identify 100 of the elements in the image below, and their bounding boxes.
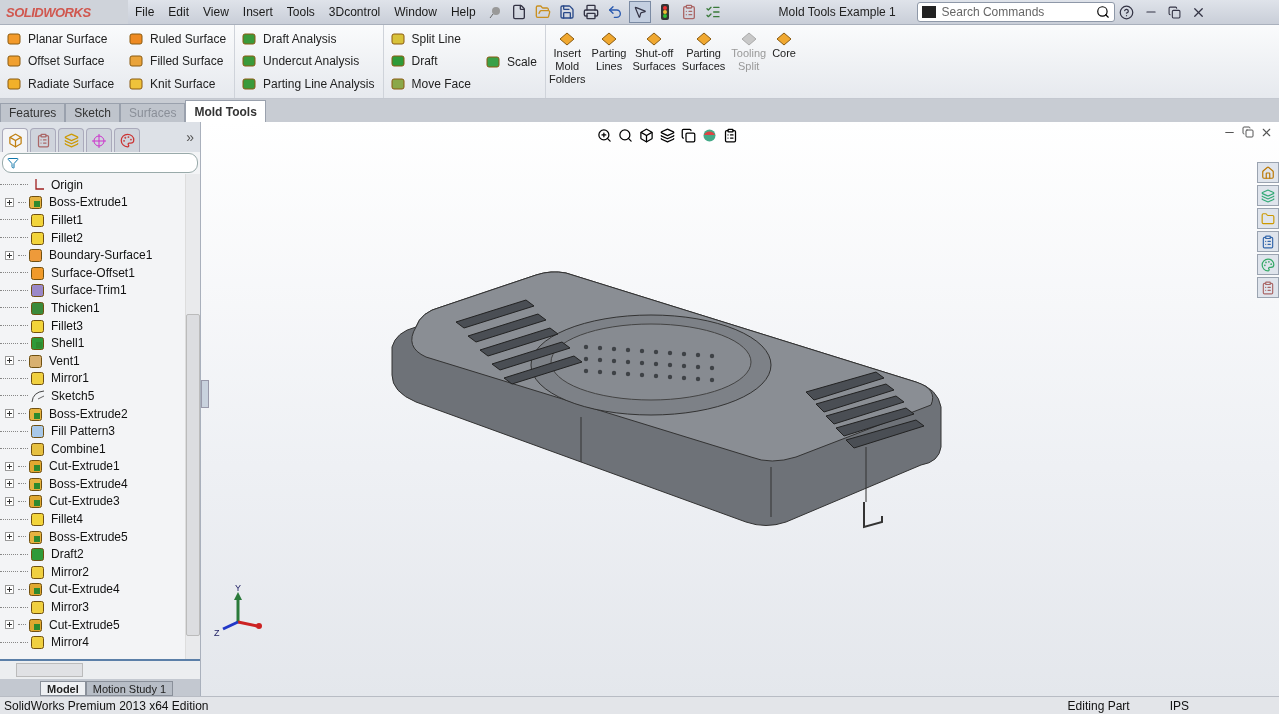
expand-icon[interactable] — [5, 461, 14, 471]
properties-icon[interactable] — [1257, 277, 1279, 298]
tree-item[interactable]: Mirror3 — [0, 598, 185, 616]
tree-item[interactable]: Mirror2 — [0, 563, 185, 581]
expand-icon[interactable] — [5, 197, 14, 207]
ribbon-button[interactable]: Draft Analysis — [241, 31, 375, 48]
tree-item[interactable]: Mirror4 — [0, 633, 185, 652]
search-icon[interactable] — [1095, 5, 1110, 19]
tab[interactable]: Features — [0, 103, 66, 122]
feature-icon — [28, 475, 44, 492]
graphics-viewport[interactable]: Y Z — [201, 122, 1279, 696]
tree-item[interactable]: Boss-Extrude1 — [0, 193, 185, 212]
tree-item[interactable]: Mirror1 — [0, 369, 185, 388]
tree-item[interactable]: Sketch5 — [0, 387, 185, 405]
units-selector[interactable]: IPS — [1159, 698, 1199, 713]
tree-item[interactable]: Cut-Extrude1 — [0, 457, 185, 476]
menu-item[interactable]: Tools — [279, 5, 322, 19]
scrollbar[interactable] — [0, 659, 200, 679]
view-orientation-icon[interactable] — [639, 128, 654, 143]
ribbon-button[interactable]: Radiate Surface — [6, 75, 115, 92]
feature-icon — [30, 546, 46, 563]
menu-item[interactable]: Help — [443, 5, 483, 19]
close-icon[interactable] — [1260, 126, 1273, 139]
expand-icon[interactable] — [5, 532, 14, 542]
expand-icon[interactable] — [5, 620, 14, 630]
sketch-icon — [30, 387, 46, 404]
tab[interactable]: Mold Tools — [185, 100, 266, 122]
ribbon-button[interactable]: Parting Lines — [588, 25, 630, 98]
ribbon-button[interactable]: Undercut Analysis — [241, 53, 375, 70]
sphere-icon[interactable] — [702, 128, 717, 143]
appearance-tab[interactable] — [114, 128, 140, 152]
tree-item[interactable]: Boss-Extrude5 — [0, 527, 185, 546]
tree-item[interactable]: Boundary-Surface1 — [0, 246, 185, 264]
home-icon[interactable] — [1257, 162, 1279, 183]
expand-icon[interactable] — [5, 356, 14, 366]
ribbon-button[interactable]: Knit Surface — [128, 75, 227, 92]
expand-icon[interactable] — [5, 479, 14, 489]
ribbon-button[interactable]: Draft — [389, 53, 471, 70]
feature-icon — [30, 563, 46, 580]
ribbon-button[interactable]: Ruled Surface — [128, 31, 227, 48]
ribbon-button[interactable]: Move Face — [389, 75, 471, 92]
ribbon-button[interactable]: Shut-off Surfaces — [629, 25, 679, 98]
tree-item[interactable]: Cut-Extrude5 — [0, 615, 185, 634]
expand-icon[interactable] — [5, 497, 14, 506]
tree-item[interactable]: Combine1 — [0, 439, 185, 458]
tree-item[interactable]: Boss-Extrude4 — [0, 475, 185, 493]
tab[interactable]: Motion Study 1 — [85, 681, 174, 696]
tab[interactable]: Sketch — [65, 103, 121, 122]
tree-item[interactable]: Shell1 — [0, 334, 185, 352]
zoom-icon[interactable] — [597, 128, 612, 143]
tree-item[interactable]: Fillet1 — [0, 211, 185, 229]
ribbon-button[interactable]: Split Line — [389, 31, 471, 48]
restore-icon[interactable] — [1242, 126, 1254, 138]
tab[interactable]: Model — [40, 681, 86, 696]
tree-item[interactable]: Draft2 — [0, 545, 185, 564]
ribbon-button[interactable]: Scale — [484, 53, 537, 70]
properties-tab[interactable] — [30, 128, 56, 152]
menu-item[interactable]: View — [196, 5, 236, 19]
tree-item[interactable]: Surface-Offset1 — [0, 263, 185, 282]
tree-item[interactable]: Cut-Extrude4 — [0, 580, 185, 599]
feature-tree-tab[interactable] — [2, 128, 28, 152]
expand-icon[interactable] — [5, 584, 14, 594]
tree-item[interactable]: Cut-Extrude3 — [0, 492, 185, 511]
tree-item[interactable]: Boss-Extrude2 — [0, 404, 185, 423]
menu-item[interactable]: 3Dcontrol — [321, 5, 388, 19]
tree-item[interactable]: Origin — [0, 176, 185, 194]
tree-item[interactable]: Thicken1 — [0, 299, 185, 317]
search-input[interactable]: Search Commands — [939, 4, 1092, 20]
more-tabs-button[interactable]: » — [186, 129, 194, 145]
ribbon-button[interactable]: Parting Surfaces — [678, 25, 729, 98]
axis-triad-drawing: Y Z — [214, 584, 262, 638]
ribbon-button[interactable]: Parting Line Analysis — [241, 75, 375, 92]
tree-item[interactable]: Vent1 — [0, 351, 185, 370]
tree-item[interactable]: Fillet2 — [0, 228, 185, 247]
feature-icon — [28, 581, 44, 598]
layers-icon — [63, 133, 79, 148]
menu-item[interactable]: Edit — [161, 5, 197, 19]
ribbon-button[interactable]: Planar Surface — [6, 31, 115, 48]
splitter-handle[interactable] — [201, 380, 209, 408]
feature-icon — [30, 370, 46, 387]
menu-item[interactable]: Window — [387, 5, 444, 19]
window-title: Mold Tools Example 1 — [778, 5, 897, 19]
tree-item[interactable]: Fillet3 — [0, 316, 185, 335]
zoom-area-icon[interactable] — [618, 128, 633, 143]
ribbon-button[interactable]: Filled Surface — [128, 53, 227, 70]
mold-tool-icon — [739, 31, 758, 47]
expand-icon[interactable] — [5, 409, 14, 418]
menu-item[interactable]: Insert — [235, 5, 280, 19]
pointer-icon[interactable] — [628, 1, 651, 23]
ribbon-button[interactable]: Offset Surface — [6, 53, 115, 70]
ribbon-button[interactable]: Core — [769, 25, 799, 98]
expand-icon[interactable] — [5, 250, 14, 260]
filter-field[interactable] — [2, 153, 198, 173]
tree-item[interactable]: Fill Pattern3 — [0, 422, 185, 440]
app-logo: SOLIDWORKS — [0, 0, 128, 24]
search-field[interactable]: Search Commands — [916, 2, 1115, 22]
ribbon-button[interactable]: Insert Mold Folders — [545, 25, 589, 98]
tree-item[interactable]: Surface-Trim1 — [0, 281, 185, 300]
tree-item[interactable]: Fillet4 — [0, 510, 185, 528]
menu-item[interactable]: File — [128, 5, 162, 19]
